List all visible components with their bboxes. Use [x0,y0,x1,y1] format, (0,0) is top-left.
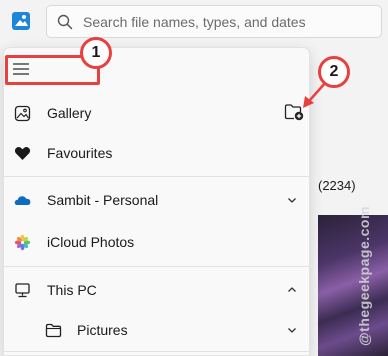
divider [4,266,309,267]
photo-count: (2234) [318,178,356,193]
watermark: @thegeekpage.com [356,206,372,346]
gallery-icon [14,105,31,122]
nav-item-onedrive-personal[interactable]: Sambit - Personal [4,180,309,220]
nav-item-gallery[interactable]: Gallery [4,93,309,133]
search-input[interactable] [83,12,373,32]
nav-item-label: Favourites [47,145,113,161]
divider [4,176,309,177]
icloud-photos-icon [14,234,31,251]
nav-item-label: Pictures [77,322,128,338]
step-badge-1: 1 [80,37,112,69]
nav-item-label: Gallery [47,105,92,121]
step-badge-2: 2 [318,56,350,88]
search-box[interactable] [46,5,382,38]
chevron-down-icon[interactable] [286,194,298,206]
nav-item-pictures[interactable]: Pictures [4,310,309,350]
onedrive-cloud-icon [14,196,31,205]
nav-item-icloud-photos[interactable]: iCloud Photos [4,222,309,262]
nav-item-this-pc[interactable]: This PC [4,270,309,310]
top-bar [0,0,388,44]
divider [4,351,309,352]
nav-item-label: iCloud Photos [47,234,135,250]
nav-item-favourites[interactable]: Favourites [4,133,309,173]
heart-icon [14,146,31,160]
photos-app-icon [12,12,30,30]
nav-item-label: Sambit - Personal [47,192,159,208]
computer-icon [15,283,30,298]
menu-toggle-row [4,50,309,90]
nav-item-label: This PC [47,282,97,298]
search-icon [57,14,73,30]
chevron-up-icon[interactable] [286,284,298,296]
folder-icon [45,323,62,338]
chevron-down-icon[interactable] [286,324,298,336]
add-folder-icon[interactable] [284,103,304,121]
navigation-flyout: Gallery Favourites Sambit - Personal iCl… [3,47,310,356]
photo-thumbnail[interactable] [318,215,388,356]
